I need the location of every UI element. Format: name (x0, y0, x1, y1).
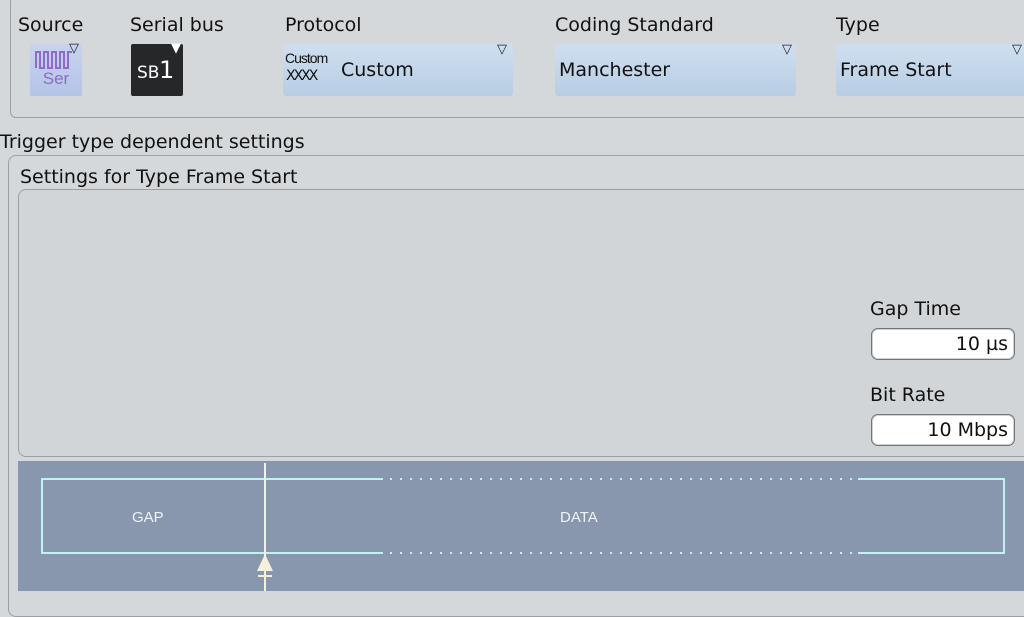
section-title: Trigger type dependent settings (0, 131, 305, 153)
settings-title: Settings for Type Frame Start (20, 166, 298, 188)
source-label: Source (18, 14, 84, 36)
data-frame-end-line (858, 478, 1005, 554)
bit-rate-value: 10 Mbps (927, 419, 1008, 441)
serial-bus-dropdown-icon: ▼ (171, 41, 181, 56)
type-label: Type (836, 14, 880, 36)
protocol-label: Protocol (285, 14, 362, 36)
gap-frame-line (41, 478, 383, 554)
protocol-dropdown[interactable]: Custom XXXX Custom ▽ (283, 42, 513, 96)
coding-standard-dropdown[interactable]: Manchester ▽ (555, 42, 796, 96)
type-dropdown[interactable]: Frame Start ▽ (836, 42, 1024, 96)
chevron-down-icon: ▽ (782, 42, 792, 57)
trigger-arrow-icon (257, 554, 273, 571)
custom-protocol-icon: Custom XXXX (285, 46, 331, 92)
coding-standard-label: Coding Standard (555, 14, 714, 36)
bit-rate-label: Bit Rate (870, 384, 946, 406)
protocol-value: Custom (341, 59, 414, 81)
serial-bus-number: 1 (159, 56, 175, 84)
coding-standard-value: Manchester (559, 59, 671, 81)
serial-bus-button[interactable]: SB 1 ▼ (131, 41, 183, 96)
data-label: DATA (560, 509, 598, 526)
source-dropdown-icon: ▽ (69, 41, 79, 56)
gap-time-label: Gap Time (870, 298, 961, 320)
bit-rate-input[interactable]: 10 Mbps (871, 414, 1015, 446)
serial-bus-prefix: SB (137, 63, 160, 83)
gap-label: GAP (132, 509, 164, 526)
source-icon-text: Ser (42, 69, 70, 88)
frame-diagram-graphic (41, 463, 1005, 591)
source-button[interactable]: ▽ Ser (30, 41, 82, 96)
chevron-down-icon: ▽ (497, 42, 507, 57)
serial-bus-label: Serial bus (130, 14, 224, 36)
protocol-icon-bottom: XXXX (286, 68, 318, 84)
gap-time-input[interactable]: 10 µs (871, 328, 1015, 360)
chevron-down-icon: ▽ (1012, 42, 1022, 57)
gap-time-value: 10 µs (955, 333, 1008, 355)
protocol-icon-top: Custom (285, 50, 328, 66)
type-value: Frame Start (840, 59, 952, 81)
frame-start-diagram: GAP DATA (18, 461, 1024, 591)
